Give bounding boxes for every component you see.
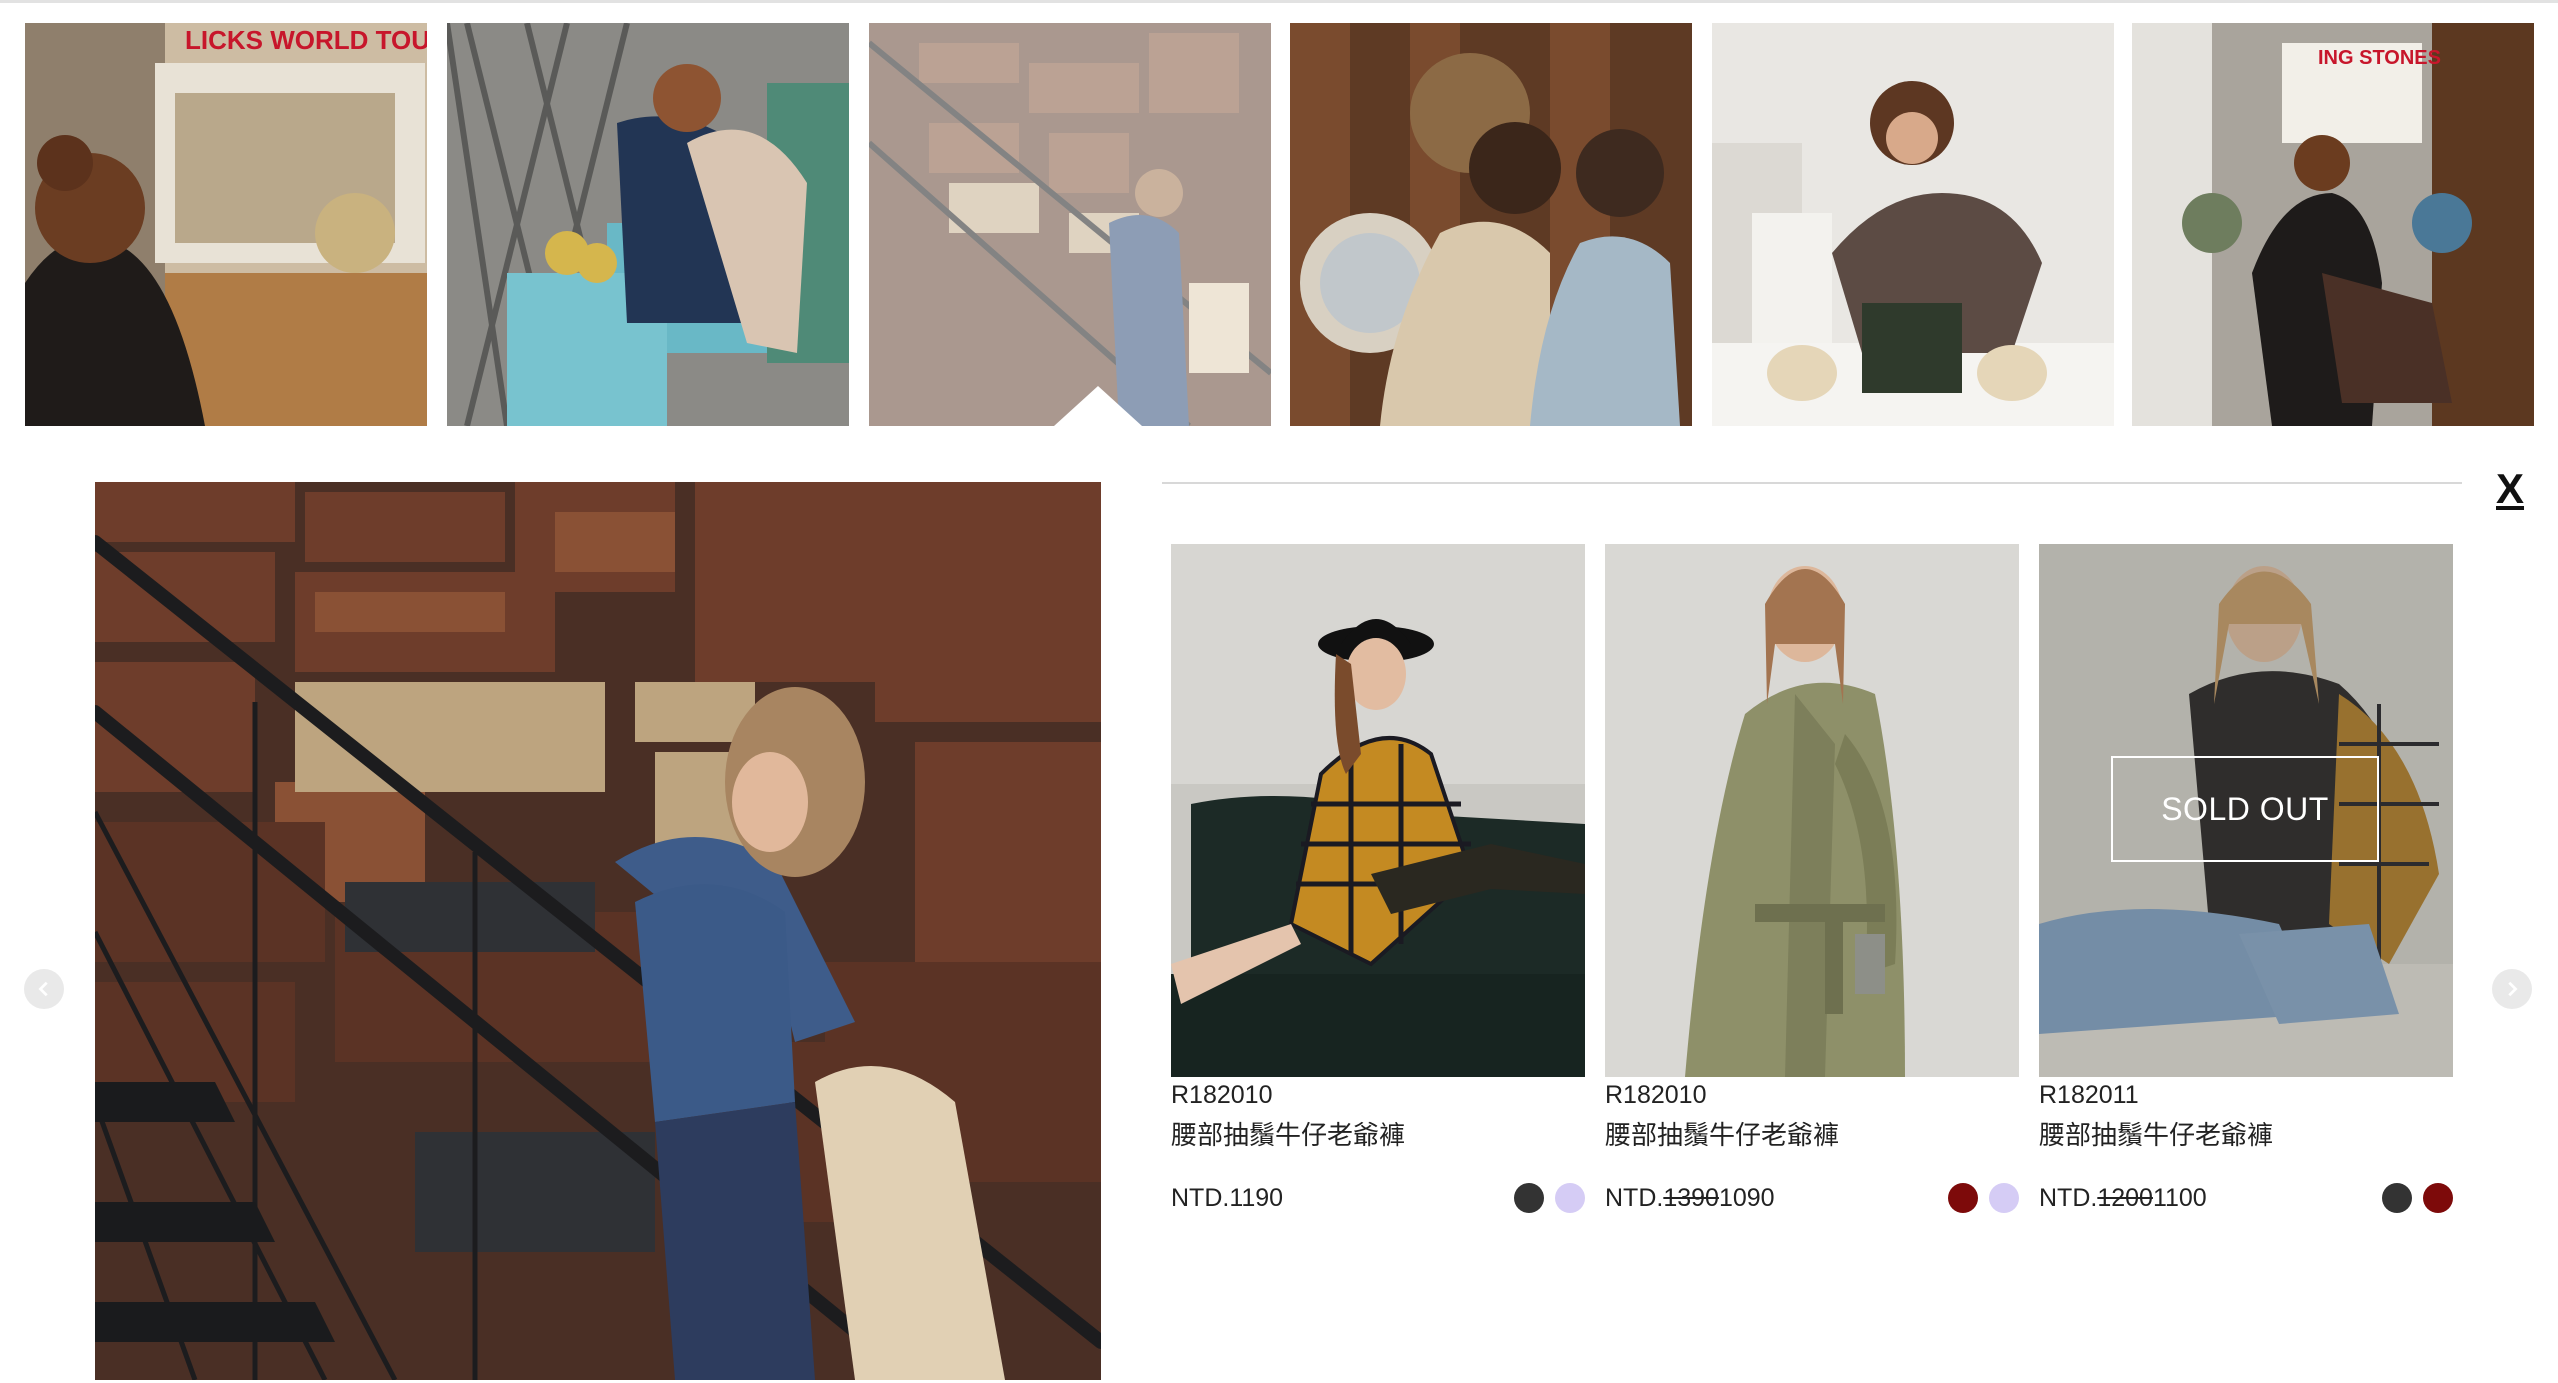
next-arrow-button[interactable] [2492, 969, 2532, 1009]
sold-out-badge: SOLD OUT [2111, 756, 2379, 862]
product-card[interactable]: R182010 腰部抽鬚牛仔老爺褲 NTD.1190 [1171, 544, 1585, 1213]
thumbnail-4[interactable] [1290, 23, 1692, 426]
product-code: R182010 [1605, 1081, 1707, 1109]
color-swatch-lavender[interactable] [1989, 1183, 2019, 1213]
product-code: R182011 [2039, 1081, 2139, 1109]
product-image[interactable]: SOLD OUT [2039, 544, 2453, 1077]
thumbnail-image [447, 23, 849, 426]
product-photo [1605, 544, 2019, 1077]
thumbnail-6[interactable]: ING STONES [2132, 23, 2534, 426]
price-prefix: NTD. [2039, 1184, 2098, 1212]
top-border [0, 0, 2558, 3]
active-thumbnail-pointer [1054, 386, 1142, 426]
thumbnail-1[interactable]: LICKS WORLD TOUR [25, 23, 427, 426]
color-swatches [2382, 1183, 2453, 1213]
thumbnail-3-active[interactable] [869, 23, 1271, 426]
sign-text: LICKS WORLD TOUR [185, 25, 427, 55]
color-swatches [1948, 1183, 2019, 1213]
product-price: NTD.12001100 [2039, 1184, 2207, 1213]
thumbnail-image [1712, 23, 2114, 426]
thumbnail-image [1290, 23, 1692, 426]
product-price: NTD.1190 [1171, 1184, 1283, 1213]
product-name[interactable]: 腰部抽鬚牛仔老爺褲 [1605, 1115, 1839, 1152]
chevron-right-icon [2508, 981, 2518, 997]
sign-text: ING STONES [2318, 47, 2441, 69]
color-swatch-burgundy[interactable] [2423, 1183, 2453, 1213]
thumbnail-2[interactable] [447, 23, 849, 426]
color-swatch-charcoal[interactable] [2382, 1183, 2412, 1213]
product-card[interactable]: SOLD OUT R182011 腰部抽鬚牛仔老爺褲 NTD.12001100 [2039, 544, 2453, 1213]
sale-price: 1090 [1718, 1184, 1775, 1212]
color-swatch-lavender[interactable] [1555, 1183, 1585, 1213]
chevron-left-icon [38, 981, 48, 997]
prev-arrow-button[interactable] [24, 969, 64, 1009]
original-price: 1390 [1663, 1184, 1719, 1212]
product-photo [1171, 544, 1585, 1077]
price-prefix: NTD. [1171, 1184, 1230, 1212]
thumbnail-image [25, 23, 427, 426]
color-swatches [1514, 1183, 1585, 1213]
price-prefix: NTD. [1605, 1184, 1664, 1212]
product-price: NTD.13901090 [1605, 1184, 1775, 1213]
color-swatch-charcoal[interactable] [1514, 1183, 1544, 1213]
sale-price: 1190 [1229, 1184, 1284, 1212]
panel-divider [1162, 482, 2462, 484]
close-button[interactable]: X [2496, 468, 2524, 510]
product-card[interactable]: R182010 腰部抽鬚牛仔老爺褲 NTD.13901090 [1605, 544, 2019, 1213]
color-swatch-burgundy[interactable] [1948, 1183, 1978, 1213]
thumbnail-image [2132, 23, 2534, 426]
main-lookbook-photo [95, 482, 1101, 1380]
sale-price: 1100 [2152, 1184, 2207, 1212]
product-image[interactable] [1605, 544, 2019, 1077]
product-name[interactable]: 腰部抽鬚牛仔老爺褲 [1171, 1115, 1405, 1152]
thumbnail-dim-overlay [869, 23, 1271, 426]
product-code: R182010 [1171, 1081, 1273, 1109]
product-name[interactable]: 腰部抽鬚牛仔老爺褲 [2039, 1115, 2273, 1152]
main-photo-image [95, 482, 1101, 1380]
thumbnail-5[interactable] [1712, 23, 2114, 426]
original-price: 1200 [2097, 1184, 2153, 1212]
product-image[interactable] [1171, 544, 1585, 1077]
